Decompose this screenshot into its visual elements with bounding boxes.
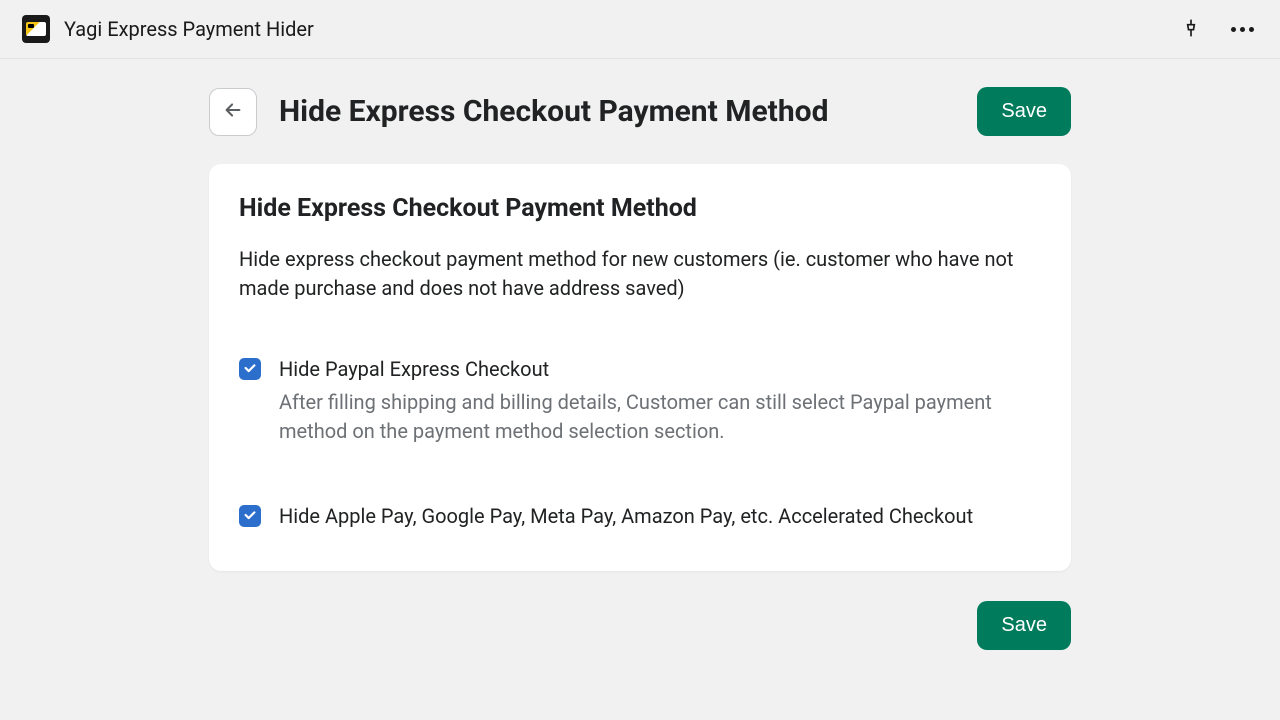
page-title: Hide Express Checkout Payment Method [279,94,828,129]
app-title: Yagi Express Payment Hider [64,17,314,41]
card-title: Hide Express Checkout Payment Method [239,194,1041,223]
pin-button[interactable] [1177,14,1205,45]
save-button-bottom[interactable]: Save [977,601,1071,650]
option-help: After filling shipping and billing detai… [279,388,1041,446]
topbar-right [1177,14,1258,45]
checkbox-accelerated[interactable] [239,505,261,527]
card-description: Hide express checkout payment method for… [239,245,1041,303]
option-row-paypal: Hide Paypal Express Checkout After filli… [239,355,1041,446]
checkbox-paypal[interactable] [239,358,261,380]
more-button[interactable] [1227,23,1258,36]
check-icon [243,360,257,379]
check-icon [243,507,257,526]
option-row-accelerated: Hide Apple Pay, Google Pay, Meta Pay, Am… [239,502,1041,531]
page-header: Hide Express Checkout Payment Method Sav… [209,87,1071,136]
content: Hide Express Checkout Payment Method Sav… [0,59,1280,650]
page-header-left: Hide Express Checkout Payment Method [209,88,828,136]
settings-card: Hide Express Checkout Payment Method Hid… [209,164,1071,571]
arrow-left-icon [222,99,244,124]
save-button-top[interactable]: Save [977,87,1071,136]
topbar-left: Yagi Express Payment Hider [22,15,314,43]
app-icon [22,15,50,43]
option-content: Hide Paypal Express Checkout After filli… [279,355,1041,446]
topbar: Yagi Express Payment Hider [0,0,1280,59]
option-label: Hide Apple Pay, Google Pay, Meta Pay, Am… [279,502,1041,531]
option-content: Hide Apple Pay, Google Pay, Meta Pay, Am… [279,502,1041,531]
back-button[interactable] [209,88,257,136]
footer: Save [209,601,1071,650]
option-label: Hide Paypal Express Checkout [279,355,1041,384]
more-icon [1231,27,1254,32]
pin-icon [1181,18,1201,41]
